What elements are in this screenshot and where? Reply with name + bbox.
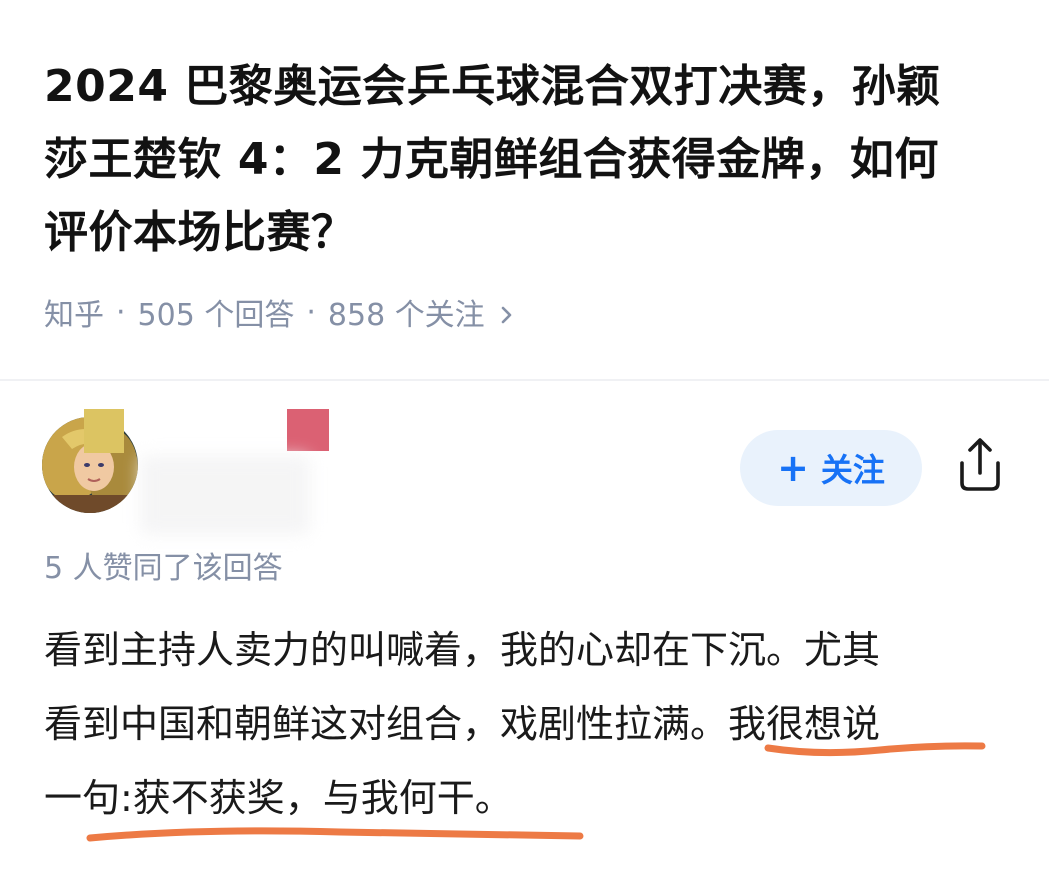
follow-button-label: 关注 [820, 451, 885, 489]
question-title-line-1: 2024 巴黎奥运会乒乓球混合双打决赛，孙颖 [44, 61, 941, 112]
follow-button[interactable]: + 关注 [740, 430, 922, 506]
privacy-mosaic-block [84, 409, 124, 453]
upvote-note: 5 人赞同了该回答 [44, 551, 283, 586]
meta-separator: · [116, 294, 126, 330]
answer-count: 505 个回答 [137, 298, 295, 333]
question-title-line-3: 评价本场比赛？ [44, 207, 356, 258]
follower-count: 858 个关注 [327, 298, 485, 333]
answer-body[interactable]: 看到主持人卖力的叫喊着，我的心却在下沉。尤其 看到中国和朝鲜这对组合，戏剧性拉满… [44, 613, 1004, 835]
answer-line-3: 一句:获不获奖，与我何干。 [44, 776, 513, 820]
section-divider [0, 379, 1049, 381]
question-meta[interactable]: 知乎 · 505 个回答 · 858 个关注 [44, 289, 515, 335]
source-label: 知乎 [44, 298, 104, 333]
question-title[interactable]: 2024 巴黎奥运会乒乓球混合双打决赛，孙颖 莎王楚钦 4：2 力克朝鲜组合获得… [44, 50, 1004, 269]
chevron-right-icon [499, 300, 515, 324]
privacy-blur-block [140, 455, 310, 535]
plus-icon: + [777, 446, 809, 490]
answer-line-1: 看到主持人卖力的叫喊着，我的心却在下沉。尤其 [44, 628, 881, 672]
privacy-mosaic-block [287, 409, 329, 451]
meta-separator: · [306, 294, 316, 330]
answer-line-2: 看到中国和朝鲜这对组合，戏剧性拉满。我很想说 [44, 702, 881, 746]
share-icon[interactable] [952, 435, 1008, 495]
question-title-line-2: 莎王楚钦 4：2 力克朝鲜组合获得金牌，如何 [44, 134, 939, 185]
